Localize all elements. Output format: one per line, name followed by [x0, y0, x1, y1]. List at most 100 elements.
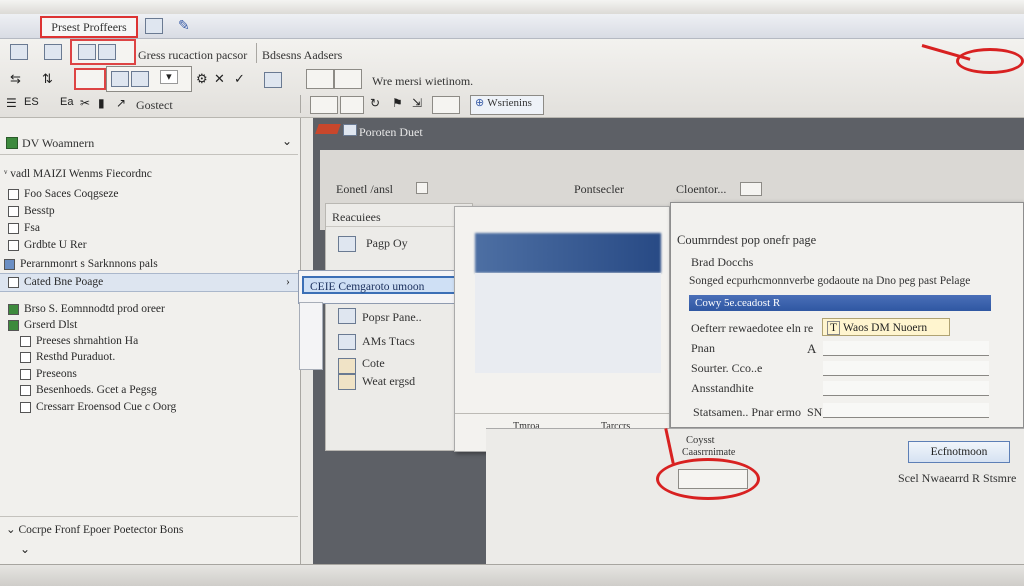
chevron-right-icon[interactable]: › [286, 274, 290, 291]
folder-icon [343, 124, 357, 136]
save-icon[interactable] [10, 44, 28, 60]
list-item[interactable]: Besstp [8, 203, 55, 220]
cut-icon[interactable]: ✂ [80, 96, 90, 110]
pin-icon[interactable]: ⇲ [412, 96, 422, 110]
close-icon[interactable]: ✕ [214, 71, 225, 87]
grid-icon[interactable] [44, 44, 62, 60]
picture-button[interactable] [432, 96, 460, 114]
list-item[interactable]: Grserd Dlst [8, 317, 77, 334]
list-icon[interactable]: ☰ [6, 96, 17, 110]
small-button[interactable] [416, 182, 428, 194]
resource-item[interactable]: Weat ergsd [362, 374, 415, 389]
list-item[interactable]: Besenhoeds. Gcet a Pegsg [20, 382, 157, 399]
resource-item[interactable]: Cote [362, 356, 385, 371]
chart-button[interactable] [306, 69, 334, 89]
row-mid[interactable]: Pontsecler [574, 182, 624, 197]
field-input[interactable] [823, 381, 989, 396]
small-button[interactable] [740, 182, 762, 196]
row-left[interactable]: Eonetl /ansl [336, 182, 393, 197]
checkbox[interactable] [8, 205, 19, 217]
group-heading[interactable]: Perarnmonrt s Sarknnons pals [4, 256, 158, 273]
pane-header[interactable]: DV Woamnern ⌄ [0, 132, 298, 155]
list-item[interactable]: Foo Saces Coqgseze [8, 186, 119, 203]
paste-group[interactable]: ▾ [106, 66, 192, 92]
context-menu: CEIE Cemgaroto umoon [298, 270, 478, 304]
table-icon [78, 44, 96, 60]
text-color-icon[interactable]: Ea [60, 96, 73, 108]
web-button[interactable]: ⊕ Wsrienins [470, 95, 544, 115]
checkbox[interactable] [20, 384, 31, 396]
list-item[interactable]: Preseons [20, 366, 77, 383]
field-label: Pnan [691, 341, 715, 355]
resources-title: Reacuiees [332, 210, 381, 224]
layout-button[interactable] [74, 68, 106, 90]
ribbon-row3-left[interactable]: Gostect [136, 98, 173, 113]
field-input[interactable] [823, 403, 989, 418]
resource-item[interactable]: Popsr Pane.. [362, 310, 422, 325]
mail-button[interactable] [310, 96, 338, 114]
arrow-icon[interactable]: ↗ [116, 96, 126, 110]
settings-icon[interactable]: ⚙ [196, 71, 208, 87]
chevron-down-icon[interactable]: ⌄ [20, 542, 30, 556]
redo-icon[interactable]: ↻ [370, 96, 380, 110]
checkbox[interactable] [8, 239, 19, 251]
expand-icon: ⌄ [6, 524, 19, 536]
document-icon[interactable] [145, 18, 163, 34]
row-right[interactable]: Cloentor... [676, 182, 726, 197]
list-item[interactable]: Brso S. Eomnnodtd prod oreer [8, 301, 165, 318]
format-icon[interactable]: ES [24, 96, 39, 108]
checkbox[interactable] [20, 401, 31, 413]
resource-item[interactable]: Pagp Oy [366, 236, 408, 251]
footer-item[interactable]: ⌄ Cocrpe Fronf Epoer Poetector Bons [6, 522, 183, 539]
menu-item-selected[interactable]: CEIE Cemgaroto umoon [302, 276, 468, 294]
resources-panel: Reacuiees Pagp Oy Popsr Pane.. AMs Ttacs… [325, 203, 473, 451]
confirm-button[interactable]: Ecfnotmoon [908, 441, 1010, 463]
title-tab[interactable]: Prsest Proffeers [40, 16, 138, 38]
page-icon [338, 334, 356, 350]
checkbox[interactable] [8, 303, 19, 315]
print-button[interactable] [340, 96, 364, 114]
note-icon [338, 374, 356, 390]
app-logo-icon [315, 124, 341, 134]
pen-icon[interactable]: ✎ [178, 17, 190, 34]
undo-icon[interactable]: ⇆ [10, 71, 21, 87]
pane-icon [6, 137, 18, 149]
list-item[interactable]: Grdbte U Rer [8, 237, 87, 254]
group-heading[interactable]: ᵛ vadl MAIZI Wenms Fiecordnc [4, 166, 152, 183]
menu-scroll[interactable] [299, 302, 323, 370]
check-icon[interactable]: ✓ [234, 71, 245, 87]
bar-icon[interactable]: ▮ [98, 96, 105, 110]
checkbox[interactable] [20, 351, 31, 363]
field-value[interactable]: T Waos DM Nuoern [822, 318, 950, 336]
ribbon-row1-right[interactable]: Bdsesns Aadsers [262, 48, 342, 63]
checkbox[interactable] [8, 188, 19, 200]
sort-icon[interactable]: ⇅ [42, 71, 53, 87]
selected-list-item[interactable]: Cated Bne Poage › [0, 273, 298, 292]
list-item[interactable]: Cressarr Eroensod Cue c Oorg [20, 399, 176, 416]
checkbox[interactable] [20, 368, 31, 380]
dialog-title: Coumrndest pop onefr page [677, 233, 817, 247]
selected-option-bar[interactable]: Cowy 5e.ceadost R [689, 295, 991, 311]
checkbox[interactable] [20, 335, 31, 347]
chevron-down-icon[interactable]: ⌄ [282, 134, 292, 148]
field-input[interactable] [823, 361, 989, 376]
image-icon[interactable] [264, 72, 282, 88]
ribbon-row1-left[interactable]: Gress rucaction pacsor [138, 48, 247, 63]
table-button[interactable] [334, 69, 362, 89]
list-item[interactable]: Resthd Puraduot. [20, 349, 115, 366]
list-item[interactable]: Preeses shrnahtion Ha [20, 333, 138, 350]
checkbox[interactable] [8, 276, 19, 288]
annotation-circle [956, 48, 1024, 74]
checkbox[interactable] [8, 319, 19, 331]
page-icon [338, 236, 356, 252]
format-group-button[interactable] [70, 39, 136, 65]
resource-item[interactable]: AMs Ttacs [362, 334, 415, 349]
checkbox[interactable] [8, 222, 19, 234]
footer-status-text: Scel Nwaearrd R Stsmre [898, 471, 1017, 485]
field-marker-icon: T [827, 321, 841, 335]
ribbon-row3-right: Wsrienins [487, 97, 532, 109]
field-input[interactable] [823, 341, 989, 356]
flag-icon[interactable]: ⚑ [392, 96, 403, 110]
note-icon [338, 358, 356, 374]
list-item[interactable]: Fsa [8, 220, 40, 237]
